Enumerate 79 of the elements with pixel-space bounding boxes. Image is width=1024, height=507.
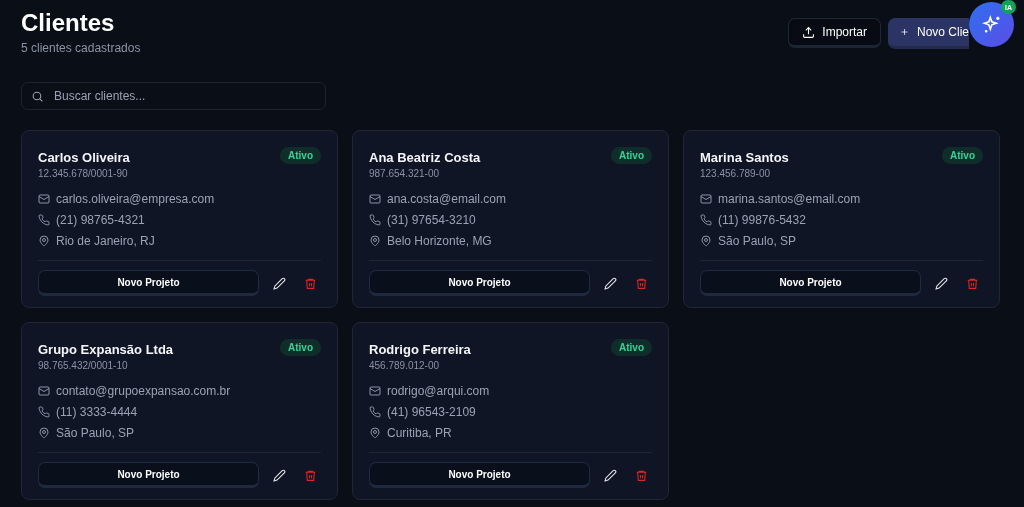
status-badge: Ativo <box>280 339 321 356</box>
location-pin-icon <box>369 426 381 439</box>
mail-icon <box>369 384 381 397</box>
delete-button[interactable] <box>635 468 648 482</box>
new-project-button[interactable]: Novo Projeto <box>369 270 590 296</box>
phone-icon <box>38 213 50 226</box>
client-name: Carlos Oliveira <box>38 150 130 165</box>
client-document: 123.456.789-00 <box>700 168 772 179</box>
delete-button[interactable] <box>635 276 648 290</box>
client-document: 987.654.321-00 <box>369 168 441 179</box>
status-badge: Ativo <box>611 147 652 164</box>
status-badge: Ativo <box>611 339 652 356</box>
delete-button[interactable] <box>304 468 317 482</box>
plus-icon <box>900 26 909 38</box>
client-name: Marina Santos <box>700 150 789 165</box>
new-project-button[interactable]: Novo Projeto <box>369 462 590 488</box>
client-name: Grupo Expansão Ltda <box>38 342 174 357</box>
edit-button[interactable] <box>273 276 286 290</box>
phone-icon <box>369 213 381 226</box>
pencil-icon <box>273 276 286 290</box>
ai-assistant-button[interactable] <box>969 2 1014 47</box>
phone-icon <box>700 213 712 226</box>
mail-icon <box>38 384 50 397</box>
phone-icon <box>38 405 50 418</box>
client-count: 5 clientes cadastrados <box>21 41 141 55</box>
location-pin-icon <box>38 426 50 439</box>
phone-icon <box>369 405 381 418</box>
client-email: carlos.oliveira@empresa.com <box>56 191 215 206</box>
trash-icon <box>635 276 648 290</box>
location-pin-icon <box>369 234 381 247</box>
trash-icon <box>304 276 317 290</box>
mail-icon <box>700 192 712 205</box>
client-phone: (11) 3333-4444 <box>56 404 138 419</box>
location-pin-icon <box>38 234 50 247</box>
client-phone: (41) 96543-2109 <box>387 404 476 419</box>
new-project-button[interactable]: Novo Projeto <box>38 462 259 488</box>
trash-icon <box>635 468 648 482</box>
location-pin-icon <box>700 234 712 247</box>
client-email: ana.costa@email.com <box>387 191 506 206</box>
edit-button[interactable] <box>604 468 617 482</box>
pencil-icon <box>604 468 617 482</box>
client-document: 98.765.432/0001-10 <box>38 360 129 371</box>
delete-button[interactable] <box>966 276 979 290</box>
client-email: marina.santos@email.com <box>718 191 861 206</box>
client-location: Belo Horizonte, MG <box>387 233 492 248</box>
client-email: rodrigo@arqui.com <box>387 383 490 398</box>
client-location: Curitiba, PR <box>387 425 452 440</box>
edit-button[interactable] <box>935 276 948 290</box>
client-name: Rodrigo Ferreira <box>369 342 471 357</box>
new-project-button[interactable]: Novo Projeto <box>700 270 921 296</box>
status-badge: Ativo <box>280 147 321 164</box>
upload-icon <box>802 25 816 39</box>
import-button[interactable]: Importar <box>788 18 881 48</box>
status-badge: Ativo <box>942 147 983 164</box>
client-phone: (31) 97654-3210 <box>387 212 476 227</box>
client-email: contato@grupoexpansao.com.br <box>56 383 231 398</box>
mail-icon <box>38 192 50 205</box>
search-field[interactable]: Buscar clientes... <box>21 82 326 110</box>
trash-icon <box>966 276 979 290</box>
edit-button[interactable] <box>273 468 286 482</box>
client-document: 456.789.012-00 <box>369 360 441 371</box>
client-phone: (11) 99876-5432 <box>718 212 806 227</box>
delete-button[interactable] <box>304 276 317 290</box>
mail-icon <box>369 192 381 205</box>
pencil-icon <box>935 276 948 290</box>
edit-button[interactable] <box>604 276 617 290</box>
pencil-icon <box>604 276 617 290</box>
client-phone: (21) 98765-4321 <box>56 212 145 227</box>
client-location: São Paulo, SP <box>56 425 135 440</box>
pencil-icon <box>273 468 286 482</box>
new-client-button[interactable]: Novo Clie <box>888 18 969 49</box>
client-location: São Paulo, SP <box>718 233 797 248</box>
trash-icon <box>304 468 317 482</box>
client-name: Ana Beatriz Costa <box>369 150 481 165</box>
client-document: 12.345.678/0001-90 <box>38 168 129 179</box>
new-project-button[interactable]: Novo Projeto <box>38 270 259 296</box>
sparkle-icon <box>981 14 1002 35</box>
page-title: Clientes <box>21 8 116 38</box>
client-location: Rio de Janeiro, RJ <box>56 233 155 248</box>
